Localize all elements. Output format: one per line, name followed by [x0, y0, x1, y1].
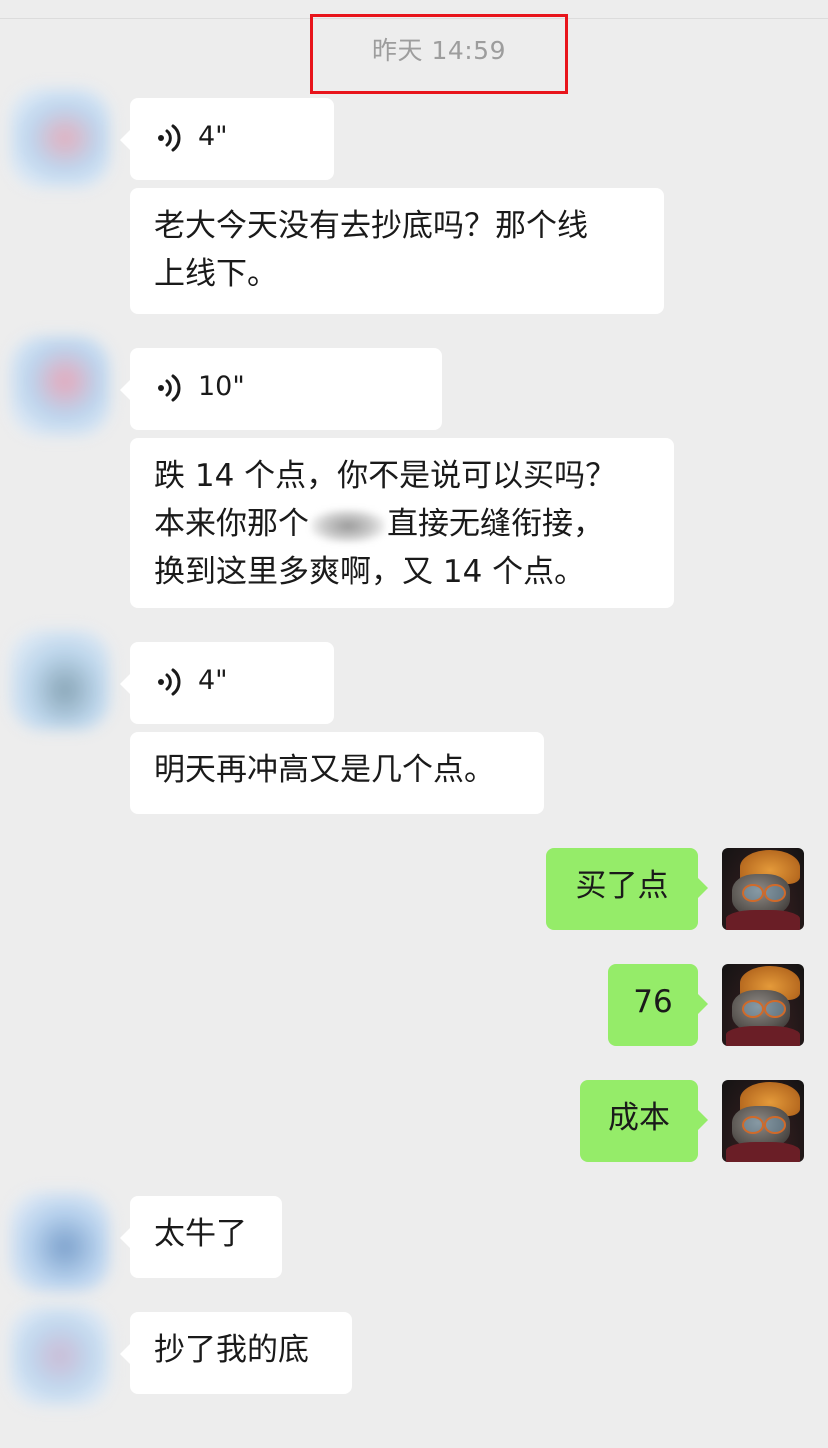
contact-avatar[interactable]: [10, 336, 110, 436]
text-message[interactable]: 老大今天没有去抄底吗？那个线 上线下。: [130, 188, 664, 314]
user-avatar[interactable]: [722, 964, 804, 1046]
message-line: 本来你那个 直接无缝衔接，: [154, 500, 650, 548]
user-avatar[interactable]: [722, 1080, 804, 1162]
voice-wave-icon: [158, 374, 181, 402]
glasses-left: [742, 1000, 764, 1018]
message-timestamp-highlight: 昨天 14:59: [310, 14, 568, 94]
voice-message[interactable]: 10": [120, 348, 442, 430]
text-message[interactable]: 跌 14 个点，你不是说可以买吗？ 本来你那个 直接无缝衔接， 换到这里多爽啊，又…: [130, 438, 674, 608]
text-message[interactable]: 太牛了: [120, 1196, 282, 1278]
scarf-shape: [726, 910, 800, 930]
contact-avatar[interactable]: [10, 88, 110, 188]
glasses-right: [764, 884, 786, 902]
outgoing-message[interactable]: 76: [608, 964, 708, 1046]
voice-duration: 10": [198, 371, 245, 402]
voice-duration: 4": [198, 665, 228, 696]
contact-avatar[interactable]: [10, 1306, 110, 1406]
message-text: 买了点: [575, 868, 669, 904]
message-text: 明天再冲高又是几个点。: [154, 752, 495, 788]
message-fragment: 本来你那个: [154, 506, 309, 542]
message-timestamp: 昨天 14:59: [372, 36, 506, 65]
message-line: 换到这里多爽啊，又 14 个点。: [154, 554, 586, 590]
message-text: 太牛了: [154, 1216, 247, 1252]
message-text: 76: [633, 984, 673, 1020]
voice-message[interactable]: 4": [120, 98, 334, 180]
text-message[interactable]: 抄了我的底: [120, 1312, 352, 1394]
voice-duration: 4": [198, 121, 228, 152]
voice-message[interactable]: 4": [120, 642, 334, 724]
glasses-right: [764, 1000, 786, 1018]
user-avatar[interactable]: [722, 848, 804, 930]
voice-wave-icon: [158, 668, 181, 696]
outgoing-message[interactable]: 买了点: [546, 848, 708, 930]
message-text: 成本: [608, 1100, 670, 1136]
message-fragment: 直接无缝衔接，: [387, 506, 604, 542]
message-line: 老大今天没有去抄底吗？那个线: [154, 208, 588, 244]
message-line: 上线下。: [154, 256, 278, 292]
voice-wave-icon: [158, 124, 181, 152]
message-text: 抄了我的底: [154, 1332, 309, 1368]
glasses-right: [764, 1116, 786, 1134]
redacted-blur: [311, 508, 385, 543]
scarf-shape: [726, 1142, 800, 1162]
contact-avatar[interactable]: [10, 1192, 110, 1292]
scarf-shape: [726, 1026, 800, 1046]
contact-avatar[interactable]: [10, 630, 110, 730]
message-line: 跌 14 个点，你不是说可以买吗？: [154, 458, 617, 494]
text-message[interactable]: 明天再冲高又是几个点。: [130, 732, 544, 814]
glasses-left: [742, 1116, 764, 1134]
outgoing-message[interactable]: 成本: [580, 1080, 708, 1162]
glasses-left: [742, 884, 764, 902]
